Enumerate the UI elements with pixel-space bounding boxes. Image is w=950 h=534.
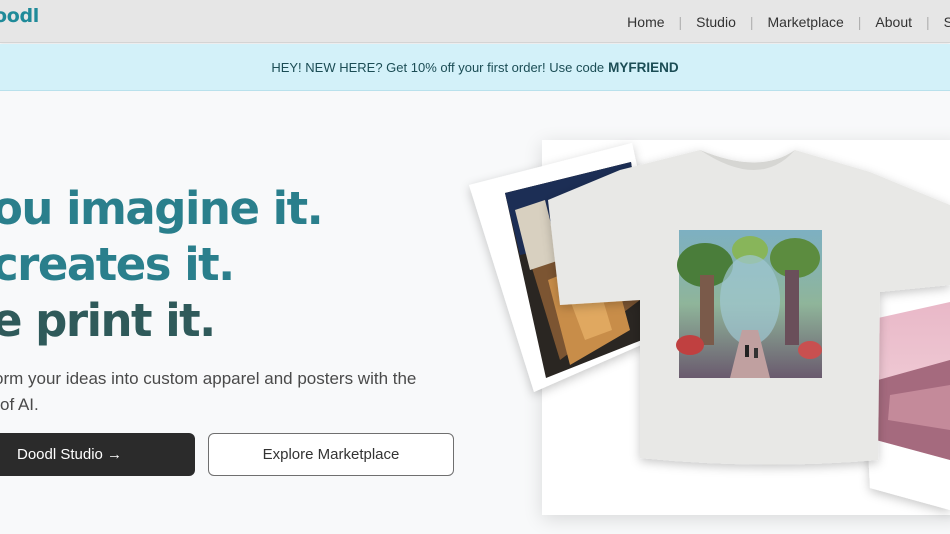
- top-navbar: oodl Home | Studio | Marketplace | About…: [0, 0, 950, 43]
- nav-links: Home | Studio | Marketplace | About | S: [613, 0, 950, 43]
- hero-headline-line-2: creates it.: [0, 238, 235, 291]
- promo-text: HEY! NEW HERE? Get 10% off your first or…: [271, 59, 605, 75]
- promo-banner: HEY! NEW HERE? Get 10% off your first or…: [0, 44, 950, 91]
- hero-subtitle: orm your ideas into custom apparel and p…: [0, 366, 474, 418]
- explore-marketplace-button[interactable]: Explore Marketplace: [208, 433, 454, 476]
- promo-code: MYFRIEND: [608, 59, 679, 75]
- nav-item-truncated[interactable]: S: [930, 14, 950, 30]
- doodl-studio-button[interactable]: Doodl Studio →: [0, 433, 195, 476]
- nav-item-marketplace[interactable]: Marketplace: [754, 14, 858, 30]
- nav-item-home[interactable]: Home: [613, 14, 678, 30]
- showcase-card: [542, 140, 950, 515]
- brand-logo[interactable]: oodl: [0, 5, 39, 27]
- hero-subtitle-line-2: of AI.: [0, 395, 39, 414]
- nav-item-studio[interactable]: Studio: [682, 14, 750, 30]
- hero-headline-line-3: e print it.: [0, 294, 216, 347]
- nav-item-about[interactable]: About: [861, 14, 926, 30]
- hero-headline-line-1: ou imagine it.: [0, 182, 324, 235]
- hero-subtitle-line-1: orm your ideas into custom apparel and p…: [0, 369, 417, 388]
